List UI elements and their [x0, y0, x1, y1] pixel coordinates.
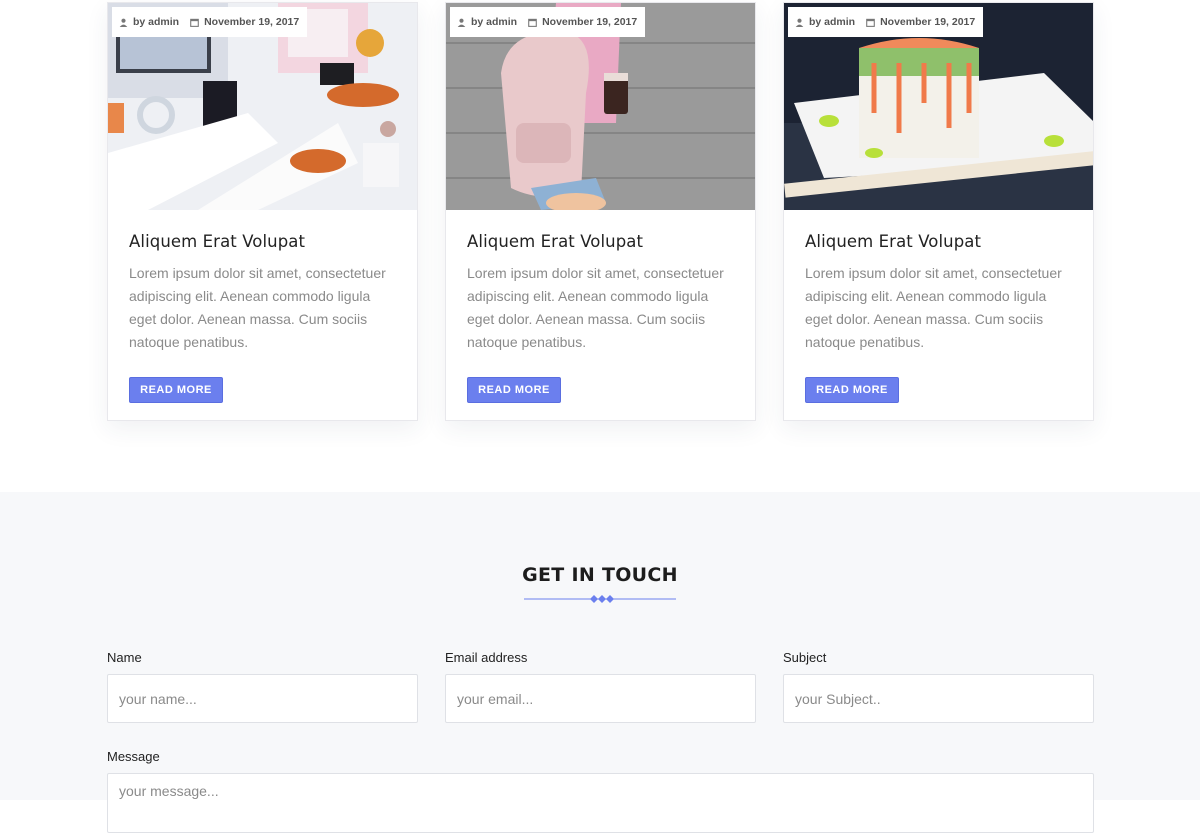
blog-section: by admin November 19, 2017 Aliquem Erat …	[0, 0, 1200, 492]
blog-card: by admin November 19, 2017 Aliquem Erat …	[107, 2, 418, 421]
diamond-divider-icon	[524, 595, 676, 603]
calendar-icon	[190, 18, 199, 27]
section-title: GET IN TOUCH	[522, 564, 678, 586]
blog-cards: by admin November 19, 2017 Aliquem Erat …	[107, 2, 1094, 421]
email-label: Email address	[445, 650, 528, 665]
post-author-label: by admin	[471, 16, 518, 28]
post-date[interactable]: November 19, 2017	[528, 16, 637, 28]
user-icon	[457, 18, 466, 27]
post-meta: by admin November 19, 2017	[112, 7, 308, 37]
email-input[interactable]: your email...	[445, 674, 756, 723]
read-more-button[interactable]: READ MORE	[805, 377, 899, 403]
calendar-icon	[866, 18, 875, 27]
read-more-button[interactable]: READ MORE	[129, 377, 223, 403]
post-image[interactable]: by admin November 19, 2017	[446, 3, 755, 210]
blog-card: by admin November 19, 2017 Aliquem Erat …	[445, 2, 756, 421]
blog-card: by admin November 19, 2017 Aliquem Erat …	[783, 2, 1094, 421]
post-author-label: by admin	[809, 16, 856, 28]
post-excerpt: Lorem ipsum dolor sit amet, consectetuer…	[129, 265, 386, 350]
message-label: Message	[107, 749, 160, 764]
user-icon	[119, 18, 128, 27]
post-title[interactable]: Aliquem Erat Volupat	[129, 232, 396, 251]
post-author[interactable]: by admin	[795, 16, 855, 28]
name-label: Name	[107, 650, 142, 665]
post-excerpt: Lorem ipsum dolor sit amet, consectetuer…	[805, 265, 1062, 350]
subject-input[interactable]: your Subject..	[783, 674, 1094, 723]
post-excerpt: Lorem ipsum dolor sit amet, consectetuer…	[467, 265, 724, 350]
post-title[interactable]: Aliquem Erat Volupat	[467, 232, 734, 251]
post-author-label: by admin	[133, 16, 180, 28]
contact-section: GET IN TOUCH Name your name... Email add…	[0, 492, 1200, 833]
post-date[interactable]: November 19, 2017	[190, 16, 299, 28]
post-meta: by admin November 19, 2017	[788, 7, 984, 37]
post-date-label: November 19, 2017	[880, 16, 976, 28]
user-icon	[795, 18, 804, 27]
post-title[interactable]: Aliquem Erat Volupat	[805, 232, 1072, 251]
message-textarea[interactable]: your message...	[107, 773, 1094, 833]
post-image[interactable]: by admin November 19, 2017	[108, 3, 417, 210]
name-input[interactable]: your name...	[107, 674, 418, 723]
post-image[interactable]: by admin November 19, 2017	[784, 3, 1093, 210]
post-author[interactable]: by admin	[119, 16, 179, 28]
post-date-label: November 19, 2017	[204, 16, 300, 28]
subject-label: Subject	[783, 650, 827, 665]
post-date[interactable]: November 19, 2017	[866, 16, 975, 28]
post-author[interactable]: by admin	[457, 16, 517, 28]
post-meta: by admin November 19, 2017	[450, 7, 646, 37]
read-more-button[interactable]: READ MORE	[467, 377, 561, 403]
calendar-icon	[528, 18, 537, 27]
post-date-label: November 19, 2017	[542, 16, 638, 28]
